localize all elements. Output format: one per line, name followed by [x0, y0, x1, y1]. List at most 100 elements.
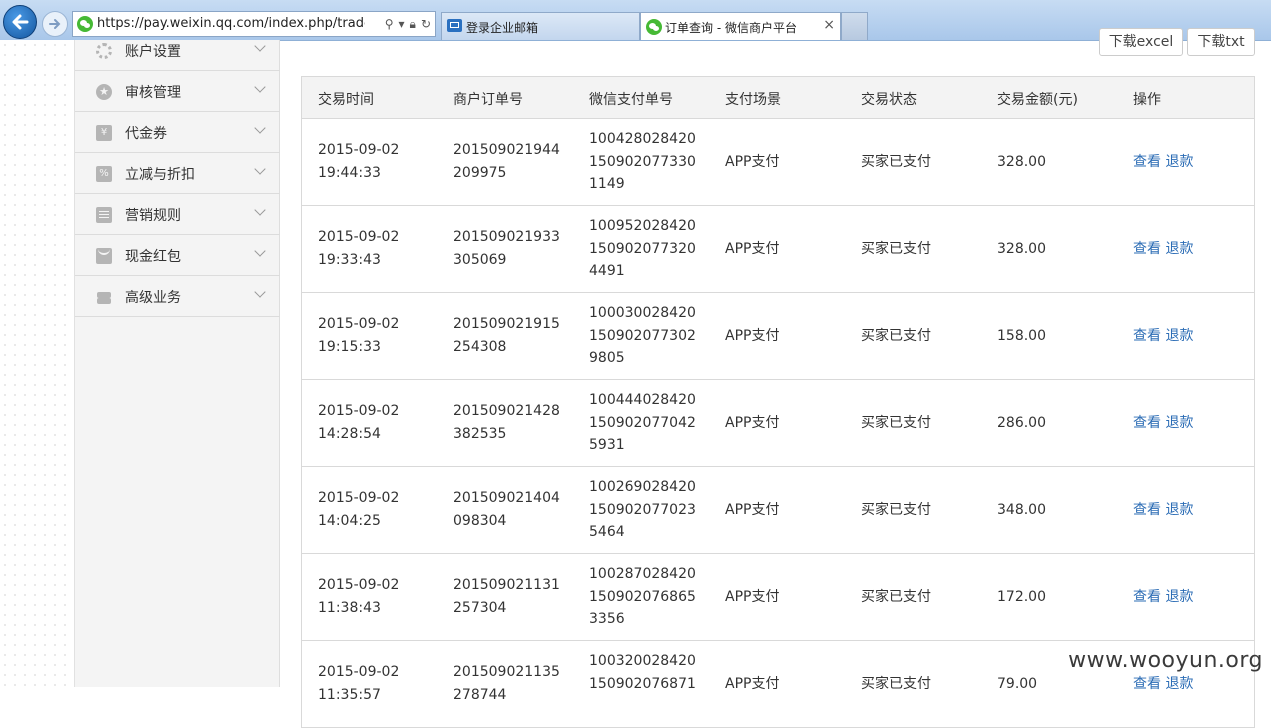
trade-status: 买家已支付	[861, 415, 931, 431]
sidebar-item-discounts[interactable]: % 立减与折扣	[75, 153, 280, 194]
forward-button[interactable]	[42, 11, 68, 37]
refresh-icon[interactable]: ↻	[421, 15, 431, 33]
chevron-down-icon	[254, 286, 266, 298]
layers-icon	[96, 289, 112, 305]
envelope-icon	[96, 248, 112, 264]
sidebar-item-coupons[interactable]: ¥ 代金券	[75, 112, 280, 153]
trade-status: 买家已支付	[861, 154, 931, 170]
download-txt-button[interactable]: 下载txt	[1187, 28, 1255, 56]
view-link[interactable]: 查看	[1133, 154, 1161, 170]
pay-scene: APP支付	[725, 241, 780, 257]
wechat-order-no: 100320028420150902076871	[589, 653, 696, 692]
header-pay-scene: 支付场景	[725, 92, 781, 108]
trade-status: 买家已支付	[861, 589, 931, 605]
coupon-icon: ¥	[96, 125, 112, 141]
trade-amount: 286.00	[997, 415, 1046, 431]
row-actions: 查看 退款	[1133, 238, 1193, 261]
table-header: 交易时间 商户订单号 微信支付单号 支付场景 交易状态 交易金额(元) 操作	[302, 77, 1254, 119]
sidebar-item-marketing-rules[interactable]: 营销规则	[75, 194, 280, 235]
wechat-order-no: 1002870284201509020768653356	[589, 566, 696, 627]
sidebar-item-label: 营销规则	[125, 208, 181, 224]
sidebar-item-advanced[interactable]: 高级业务	[75, 276, 280, 317]
pay-scene: APP支付	[725, 589, 780, 605]
row-actions: 查看 退款	[1133, 412, 1193, 435]
url-text[interactable]: https://pay.weixin.qq.com/index.php/trad…	[97, 16, 365, 31]
chevron-down-icon	[254, 163, 266, 175]
refund-link[interactable]: 退款	[1165, 154, 1193, 170]
chevron-down-icon	[254, 245, 266, 257]
row-actions: 查看 退款	[1133, 151, 1193, 174]
trade-amount: 328.00	[997, 154, 1046, 170]
trade-status: 买家已支付	[861, 502, 931, 518]
table-row: 2015-09-02 11:38:43 201509021131257304 1…	[302, 554, 1254, 641]
merchant-order-no: 201509021933305069	[453, 229, 560, 268]
sidebar-item-cash-red-packet[interactable]: 现金红包	[75, 235, 280, 276]
new-tab-button[interactable]	[841, 12, 868, 40]
trade-status: 买家已支付	[861, 676, 931, 692]
view-link[interactable]: 查看	[1133, 589, 1161, 605]
discount-icon: %	[96, 166, 112, 182]
tab-order-query[interactable]: 订单查询 - 微信商户平台 ×	[640, 12, 841, 40]
refund-link[interactable]: 退款	[1165, 502, 1193, 518]
refund-link[interactable]: 退款	[1165, 589, 1193, 605]
sidebar-item-label: 代金券	[125, 126, 167, 142]
sidebar-item-account-settings[interactable]: 账户设置	[75, 30, 280, 71]
search-icon[interactable]: ⚲	[385, 15, 394, 33]
trade-amount: 158.00	[997, 328, 1046, 344]
pay-scene: APP支付	[725, 328, 780, 344]
refund-link[interactable]: 退款	[1165, 676, 1193, 692]
orders-table: 交易时间 商户订单号 微信支付单号 支付场景 交易状态 交易金额(元) 操作 2…	[301, 76, 1255, 728]
wechat-order-no: 1004440284201509020770425931	[589, 392, 696, 453]
view-link[interactable]: 查看	[1133, 415, 1161, 431]
trade-amount: 172.00	[997, 589, 1046, 605]
table-row: 2015-09-02 14:28:54 201509021428382535 1…	[302, 380, 1254, 467]
table-row: 2015-09-02 19:15:33 201509021915254308 1…	[302, 293, 1254, 380]
page-background	[0, 40, 74, 687]
table-row: 2015-09-02 19:33:43 201509021933305069 1…	[302, 206, 1254, 293]
arrow-right-icon	[49, 19, 61, 29]
wechat-icon	[646, 19, 662, 35]
refund-link[interactable]: 退款	[1165, 415, 1193, 431]
wechat-order-no: 1000300284201509020773029805	[589, 305, 696, 366]
arrow-left-icon	[12, 14, 29, 30]
pay-scene: APP支付	[725, 676, 780, 692]
header-wechat-order: 微信支付单号	[589, 92, 673, 108]
header-trade-status: 交易状态	[861, 92, 917, 108]
view-link[interactable]: 查看	[1133, 241, 1161, 257]
tab-mail[interactable]: 登录企业邮箱	[441, 12, 640, 40]
header-amount: 交易金额(元)	[997, 92, 1078, 108]
view-link[interactable]: 查看	[1133, 328, 1161, 344]
download-excel-button[interactable]: 下载excel	[1099, 28, 1183, 56]
row-actions: 查看 退款	[1133, 673, 1193, 696]
view-link[interactable]: 查看	[1133, 502, 1161, 518]
back-button[interactable]	[3, 5, 37, 39]
wechat-order-no: 1004280284201509020773301149	[589, 131, 696, 192]
header-trade-time: 交易时间	[318, 92, 374, 108]
merchant-order-no: 201509021944209975	[453, 142, 560, 181]
watermark: www.wooyun.org	[1068, 648, 1263, 673]
dropdown-icon[interactable]: ▾	[399, 15, 405, 33]
sidebar-item-label: 立减与折扣	[125, 167, 195, 183]
table-row: 2015-09-02 19:44:33 201509021944209975 1…	[302, 119, 1254, 206]
merchant-order-no: 201509021131257304	[453, 577, 560, 616]
lock-icon[interactable]: 🔒︎	[410, 15, 416, 33]
rules-icon	[96, 207, 112, 223]
refund-link[interactable]: 退款	[1165, 241, 1193, 257]
trade-time: 2015-09-02 14:04:25	[318, 490, 400, 529]
sidebar-item-label: 审核管理	[125, 85, 181, 101]
merchant-order-no: 201509021135278744	[453, 664, 560, 703]
refund-link[interactable]: 退款	[1165, 328, 1193, 344]
trade-time: 2015-09-02 19:15:33	[318, 316, 400, 355]
trade-time: 2015-09-02 14:28:54	[318, 403, 400, 442]
sidebar-item-review[interactable]: ★ 审核管理	[75, 71, 280, 112]
sidebar-item-label: 高级业务	[125, 290, 181, 306]
pay-scene: APP支付	[725, 415, 780, 431]
sidebar-item-label: 现金红包	[125, 249, 181, 265]
trade-time: 2015-09-02 11:35:57	[318, 664, 400, 703]
pay-scene: APP支付	[725, 502, 780, 518]
view-link[interactable]: 查看	[1133, 676, 1161, 692]
row-actions: 查看 退款	[1133, 586, 1193, 609]
trade-time: 2015-09-02 19:44:33	[318, 142, 400, 181]
wechat-order-no: 1009520284201509020773204491	[589, 218, 696, 279]
close-icon[interactable]: ×	[823, 17, 835, 33]
